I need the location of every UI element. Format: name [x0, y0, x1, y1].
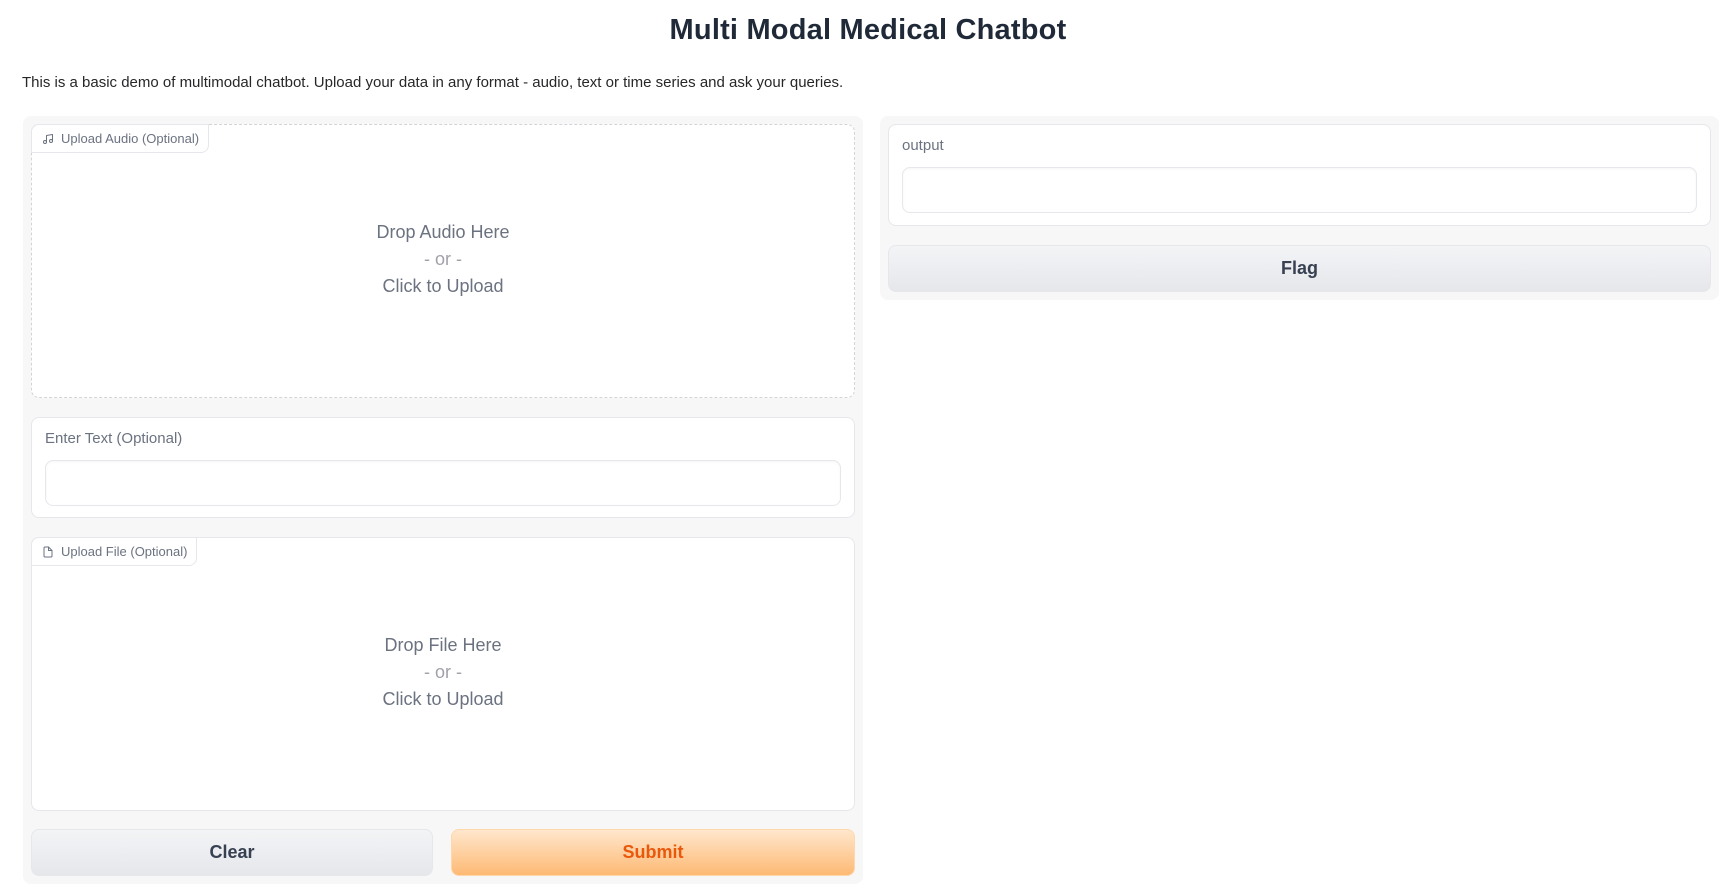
audio-upload-label: Upload Audio (Optional): [31, 124, 210, 153]
file-or-separator: - or -: [424, 662, 462, 682]
audio-drop-text: Drop Audio Here - or - Click to Upload: [32, 219, 854, 300]
page: Multi Modal Medical Chatbot This is a ba…: [0, 0, 1736, 892]
inputs-panel: Upload Audio (Optional) Drop Audio Here …: [23, 116, 863, 884]
submit-button[interactable]: Submit: [451, 829, 855, 876]
output-label: output: [902, 137, 944, 154]
text-input-block: Enter Text (Optional): [31, 417, 855, 518]
text-input-field[interactable]: [45, 460, 841, 506]
audio-upload-label-text: Upload Audio (Optional): [61, 131, 200, 146]
file-drop-text: Drop File Here - or - Click to Upload: [32, 632, 854, 713]
audio-or-separator: - or -: [424, 249, 462, 269]
file-upload-dropzone[interactable]: Upload File (Optional) Drop File Here - …: [31, 537, 855, 811]
file-upload-label-text: Upload File (Optional): [61, 544, 188, 559]
output-block: output: [888, 124, 1711, 226]
output-field[interactable]: [902, 167, 1697, 213]
file-click-to-upload: Click to Upload: [382, 689, 504, 709]
music-note-icon: [43, 133, 53, 144]
page-description: This is a basic demo of multimodal chatb…: [22, 74, 844, 91]
output-panel: output Flag: [880, 116, 1719, 300]
file-drop-here: Drop File Here: [384, 635, 502, 655]
file-upload-label: Upload File (Optional): [31, 537, 198, 566]
page-title: Multi Modal Medical Chatbot: [669, 14, 1067, 46]
clear-button[interactable]: Clear: [31, 829, 433, 876]
audio-drop-here: Drop Audio Here: [376, 222, 510, 242]
file-icon: [43, 546, 53, 557]
audio-click-to-upload: Click to Upload: [382, 276, 504, 296]
text-input-label: Enter Text (Optional): [45, 430, 183, 447]
audio-upload-dropzone[interactable]: Upload Audio (Optional) Drop Audio Here …: [31, 124, 855, 398]
flag-button[interactable]: Flag: [888, 245, 1711, 292]
